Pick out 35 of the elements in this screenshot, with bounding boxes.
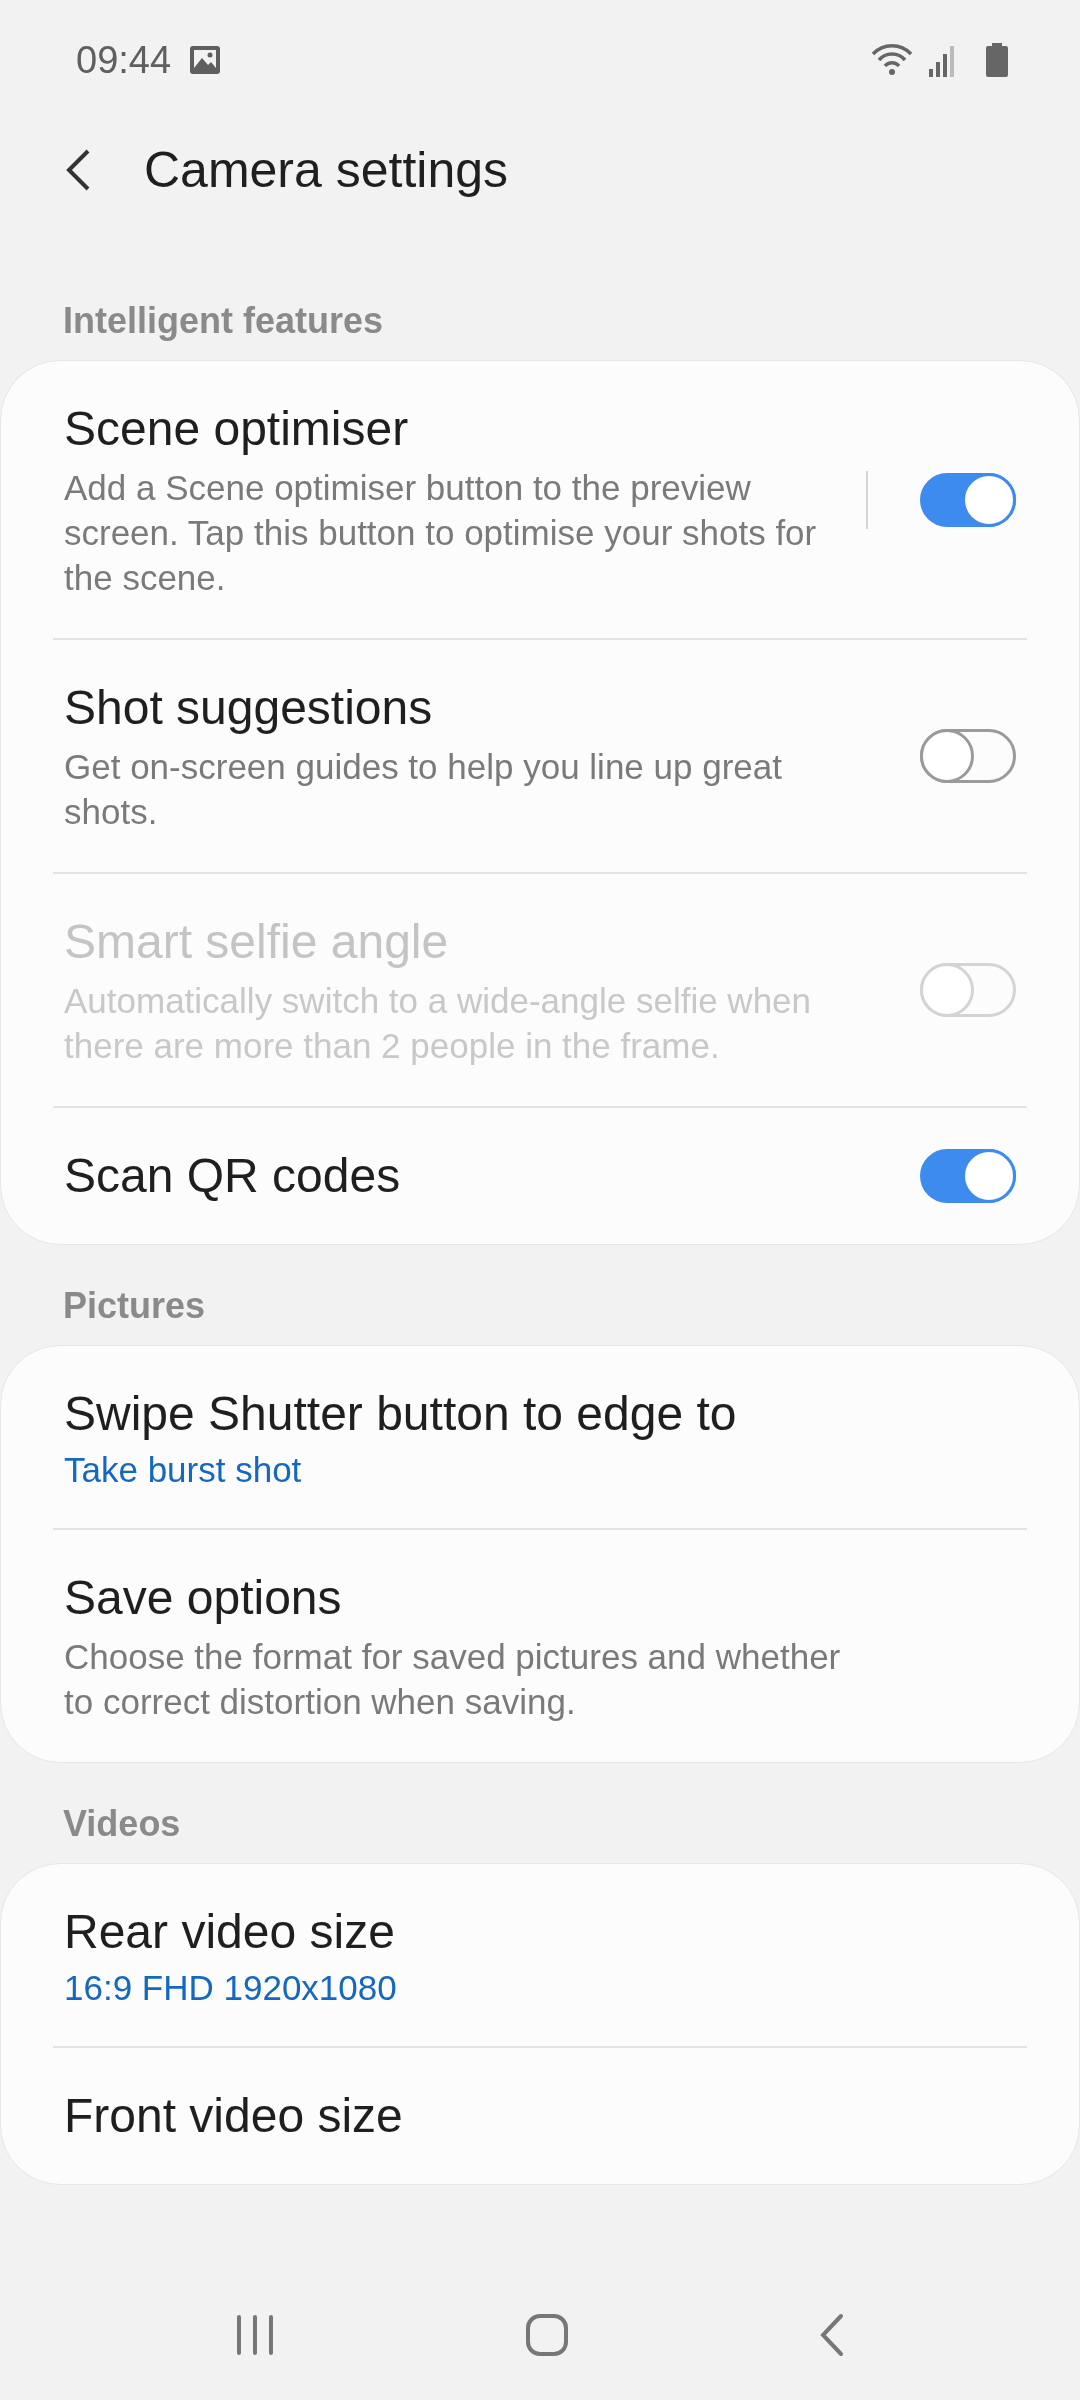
- setting-value: Take burst shot: [64, 1450, 303, 1490]
- setting-title: Save options: [64, 1570, 343, 1626]
- setting-row[interactable]: Scene optimiser Add a Scene optimiser button to the preview screen. Tap this button to optimise your shots for the scene.: [1, 361, 1079, 638]
- setting-summary: Choose the format for saved pictures and whether to correct distortion when saving.: [64, 1636, 842, 1723]
- section-header: Intelligent features: [62, 300, 385, 342]
- screen-title: Camera settings: [144, 141, 509, 199]
- toggle-switch[interactable]: [920, 472, 1016, 527]
- setting-row[interactable]: Scan QR codes: [1, 1108, 1079, 1244]
- section-header: Videos: [62, 1803, 182, 1845]
- setting-row[interactable]: Swipe Shutter button to edge to Take burst shot: [1, 1346, 1079, 1528]
- recents-nav-icon[interactable]: [235, 2313, 275, 2357]
- setting-title: Smart selfie angle: [64, 914, 450, 970]
- back-nav-icon[interactable]: [819, 2313, 845, 2357]
- setting-row[interactable]: Shot suggestions Get on-screen guides to help you line up great shots.: [1, 640, 1079, 872]
- setting-title: Front video size: [64, 2088, 404, 2144]
- setting-title: Shot suggestions: [64, 680, 434, 736]
- toggle-switch[interactable]: [920, 729, 1016, 783]
- setting-value: 16:9 FHD 1920x1080: [64, 1968, 398, 2008]
- setting-title: Rear video size: [64, 1904, 396, 1960]
- toggle-switch[interactable]: [920, 1149, 1016, 1203]
- image-icon: [189, 45, 222, 75]
- signal-icon: [928, 43, 956, 77]
- setting-summary: Add a Scene optimiser button to the preview screen. Tap this button to optimise your shots for the scene.: [64, 467, 818, 599]
- setting-summary: Get on-screen guides to help you line up great shots.: [64, 746, 783, 833]
- setting-title: Scene optimiser: [64, 401, 410, 457]
- home-nav-icon[interactable]: [525, 2313, 569, 2357]
- setting-title: Swipe Shutter button to edge to: [64, 1386, 738, 1442]
- battery-icon: [986, 43, 1008, 77]
- setting-row[interactable]: Rear video size 16:9 FHD 1920x1080: [1, 1864, 1079, 2046]
- setting-title: Scan QR codes: [64, 1148, 402, 1204]
- wifi-icon: [870, 43, 914, 77]
- section-header: Pictures: [62, 1285, 207, 1327]
- status-time: 09:44: [76, 38, 172, 82]
- setting-row[interactable]: Front video size: [1, 2048, 1079, 2184]
- setting-row[interactable]: Save options Choose the format for saved pictures and whether to correct distortion when saving.: [1, 1530, 1079, 1762]
